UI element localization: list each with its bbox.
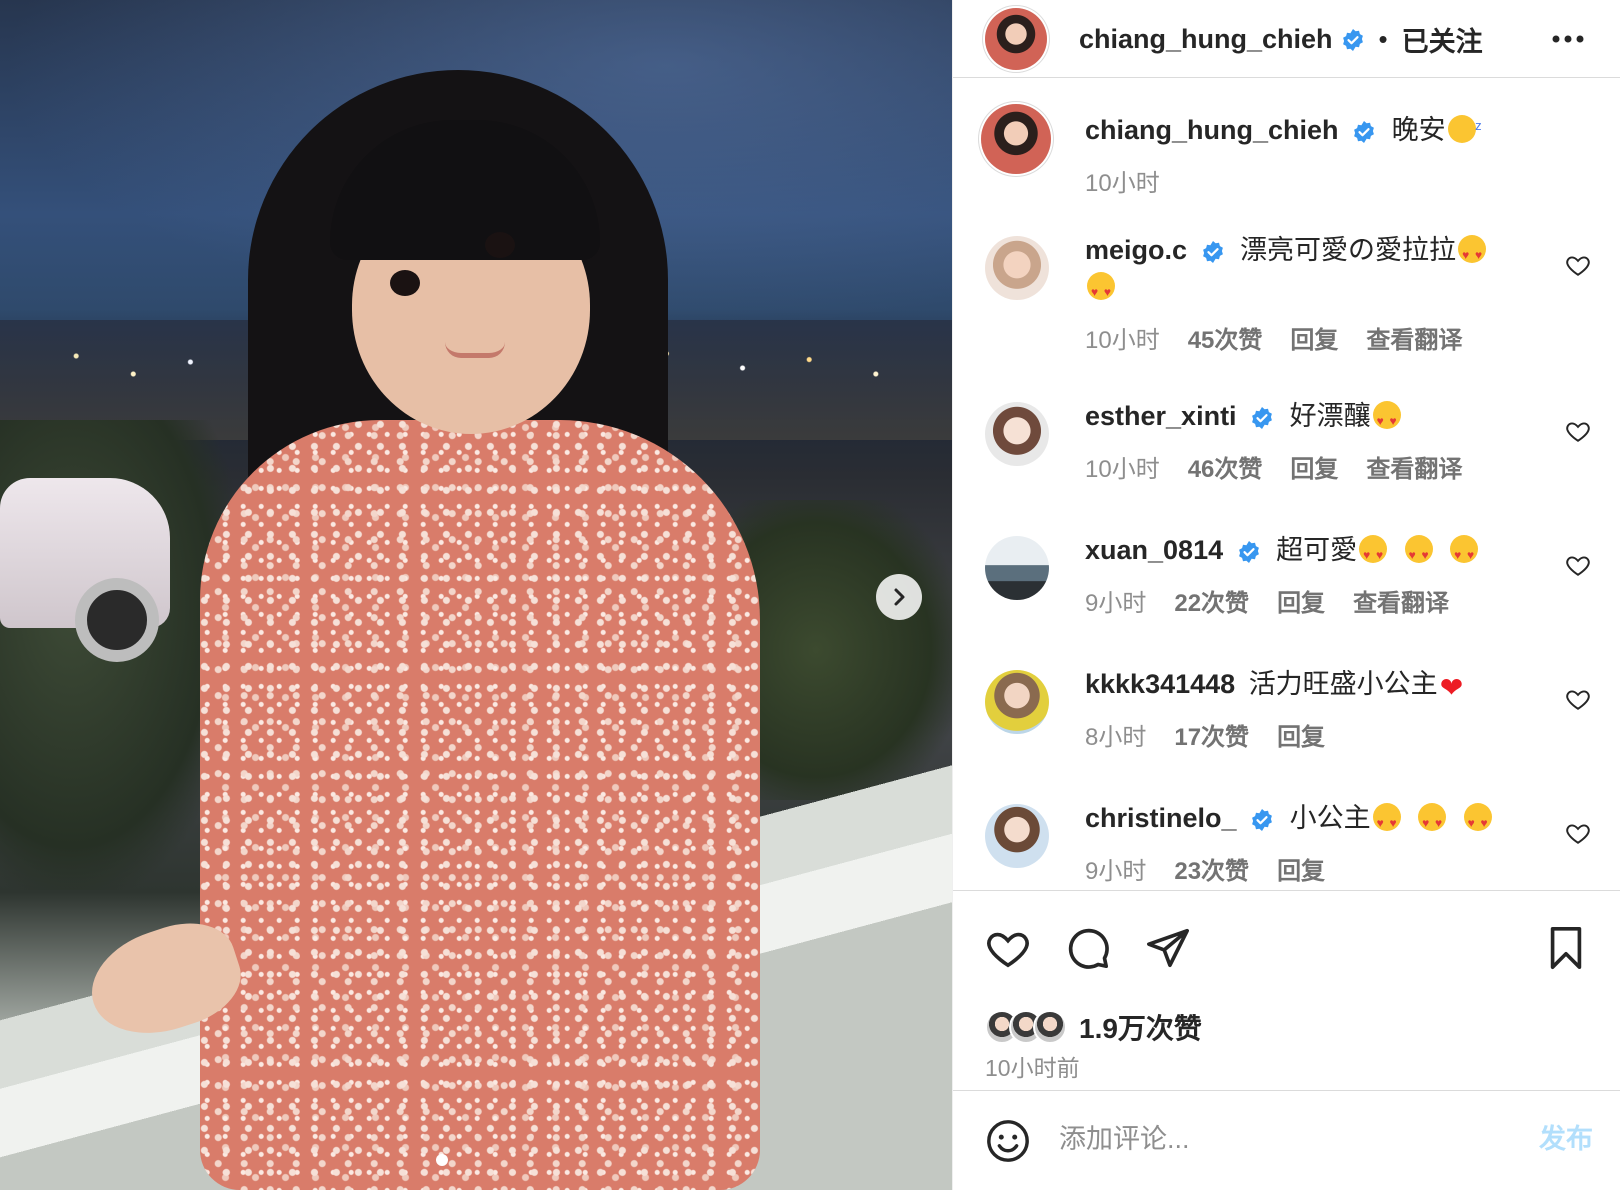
send-icon[interactable]	[1145, 925, 1191, 971]
photo-girl-eye-left	[390, 270, 420, 296]
comments-list[interactable]: chiang_hung_chieh 晚安 10小时 meigo.c	[953, 80, 1620, 890]
commenter-username[interactable]: kkkk341448	[1085, 669, 1235, 699]
smiley-icon[interactable]	[985, 1118, 1031, 1164]
chevron-right-icon	[894, 588, 905, 606]
commenter-username[interactable]: meigo.c	[1085, 235, 1187, 265]
heart-eyes-emoji-icon	[1087, 272, 1115, 311]
verified-badge-icon	[1238, 540, 1259, 563]
commenter-avatar[interactable]	[985, 236, 1049, 300]
comment-like-heart-icon[interactable]	[1565, 686, 1591, 712]
commenter-avatar[interactable]	[985, 536, 1049, 600]
comment-likes[interactable]: 22次赞	[1174, 583, 1249, 618]
comment-time: 9小时	[1085, 590, 1147, 617]
photo-girl-mouth	[445, 342, 505, 358]
heart-icon[interactable]	[985, 925, 1031, 971]
likes-count[interactable]: 1.9万次赞	[1079, 1007, 1202, 1047]
comment-reply-button[interactable]: 回复	[1277, 717, 1325, 752]
heart-eyes-emoji-icon	[1372, 401, 1401, 440]
comment-translate-button[interactable]: 查看翻译	[1353, 583, 1449, 618]
instagram-post-view: chiang_hung_chieh • 已关注 chiang_hung_chie…	[0, 0, 1620, 1190]
comment-text: 漂亮可愛の愛拉拉	[1240, 235, 1457, 265]
comment-text: 好漂釀	[1289, 401, 1371, 431]
comment-likes[interactable]: 17次赞	[1174, 717, 1249, 752]
comment-like-heart-icon[interactable]	[1565, 252, 1591, 278]
follow-status-button[interactable]: 已关注	[1402, 20, 1483, 59]
comment-composer: 发布	[953, 1090, 1620, 1190]
comment-likes[interactable]: 45次赞	[1188, 320, 1263, 355]
comment-time: 10小时	[1085, 327, 1160, 354]
heart-eyes-emoji-icon	[1463, 803, 1492, 842]
post-header: chiang_hung_chieh • 已关注	[953, 0, 1620, 78]
comment-reply-button[interactable]: 回复	[1290, 320, 1338, 355]
liker-avatar	[1033, 1010, 1067, 1044]
comment-time: 8小时	[1085, 724, 1147, 751]
author-username[interactable]: chiang_hung_chieh	[1079, 24, 1333, 55]
smiling-hearts-emoji-icon	[1359, 535, 1388, 574]
heart-eyes-emoji-icon	[1418, 803, 1447, 842]
comment-input[interactable]	[1059, 1113, 1499, 1165]
commenter-avatar[interactable]	[985, 670, 1049, 734]
commenter-username[interactable]: esther_xinti	[1085, 401, 1237, 431]
verified-badge-icon	[1252, 808, 1272, 831]
comment-text: 超可愛	[1276, 535, 1358, 565]
caption-time: 10小时	[1085, 170, 1160, 197]
comment-like-heart-icon[interactable]	[1565, 418, 1591, 444]
carousel-next-button[interactable]	[876, 574, 922, 620]
heart-eyes-emoji-icon	[1458, 235, 1487, 274]
caption-username[interactable]: chiang_hung_chieh	[1085, 115, 1339, 145]
verified-badge-icon	[1354, 120, 1374, 143]
commenter-username[interactable]: christinelo_	[1085, 803, 1237, 833]
photo-girl-dress	[200, 420, 760, 1190]
comment-time: 10小时	[1085, 456, 1160, 483]
comment-like-heart-icon[interactable]	[1565, 552, 1591, 578]
comment-translate-button[interactable]: 查看翻译	[1366, 449, 1462, 484]
author-avatar[interactable]	[985, 8, 1047, 70]
comment-time: 9小时	[1085, 858, 1147, 885]
post-side-panel: chiang_hung_chieh • 已关注 chiang_hung_chie…	[952, 0, 1620, 1190]
smiling-hearts-emoji-icon	[1404, 535, 1433, 574]
comment-like-heart-icon[interactable]	[1565, 820, 1591, 846]
smiling-hearts-emoji-icon	[1450, 535, 1479, 574]
heart-eyes-emoji-icon	[1372, 803, 1401, 842]
caption-avatar[interactable]	[981, 104, 1051, 174]
comment-reply-button[interactable]: 回复	[1277, 583, 1325, 618]
verified-badge-icon	[1252, 406, 1272, 429]
bookmark-icon[interactable]	[1543, 925, 1589, 971]
header-separator: •	[1378, 24, 1388, 54]
commenter-avatar[interactable]	[985, 402, 1049, 466]
comment-reply-button[interactable]: 回复	[1277, 851, 1325, 886]
comment-reply-button[interactable]: 回复	[1290, 449, 1338, 484]
likers-summary[interactable]: 1.9万次赞	[985, 1007, 1202, 1047]
post-photo[interactable]	[0, 0, 952, 1190]
sleeping-face-emoji-icon	[1447, 107, 1482, 144]
comment-text: 小公主	[1289, 803, 1371, 833]
comment-likes[interactable]: 46次赞	[1188, 449, 1263, 484]
comment-icon[interactable]	[1065, 925, 1111, 971]
post-comment-button[interactable]: 发布	[1539, 1117, 1593, 1156]
commenter-username[interactable]: xuan_0814	[1085, 535, 1223, 565]
post-actions: 1.9万次赞 10小时前	[953, 890, 1620, 1090]
commenter-avatar[interactable]	[985, 804, 1049, 868]
photo-girl-eye-right	[485, 232, 515, 258]
comment-likes[interactable]: 23次赞	[1174, 851, 1249, 886]
post-time: 10小时前	[985, 1055, 1080, 1081]
caption-text: 晚安	[1391, 115, 1446, 145]
photo-car	[0, 478, 170, 662]
verified-badge-icon	[1342, 28, 1363, 51]
comment-translate-button[interactable]: 查看翻译	[1366, 320, 1462, 355]
more-horizontal-icon[interactable]	[1551, 34, 1585, 44]
red-heart-emoji-icon: ❤	[1439, 672, 1464, 703]
comment-text: 活力旺盛小公主	[1248, 669, 1438, 699]
verified-badge-icon	[1202, 240, 1223, 263]
carousel-dot-active	[436, 1154, 448, 1166]
